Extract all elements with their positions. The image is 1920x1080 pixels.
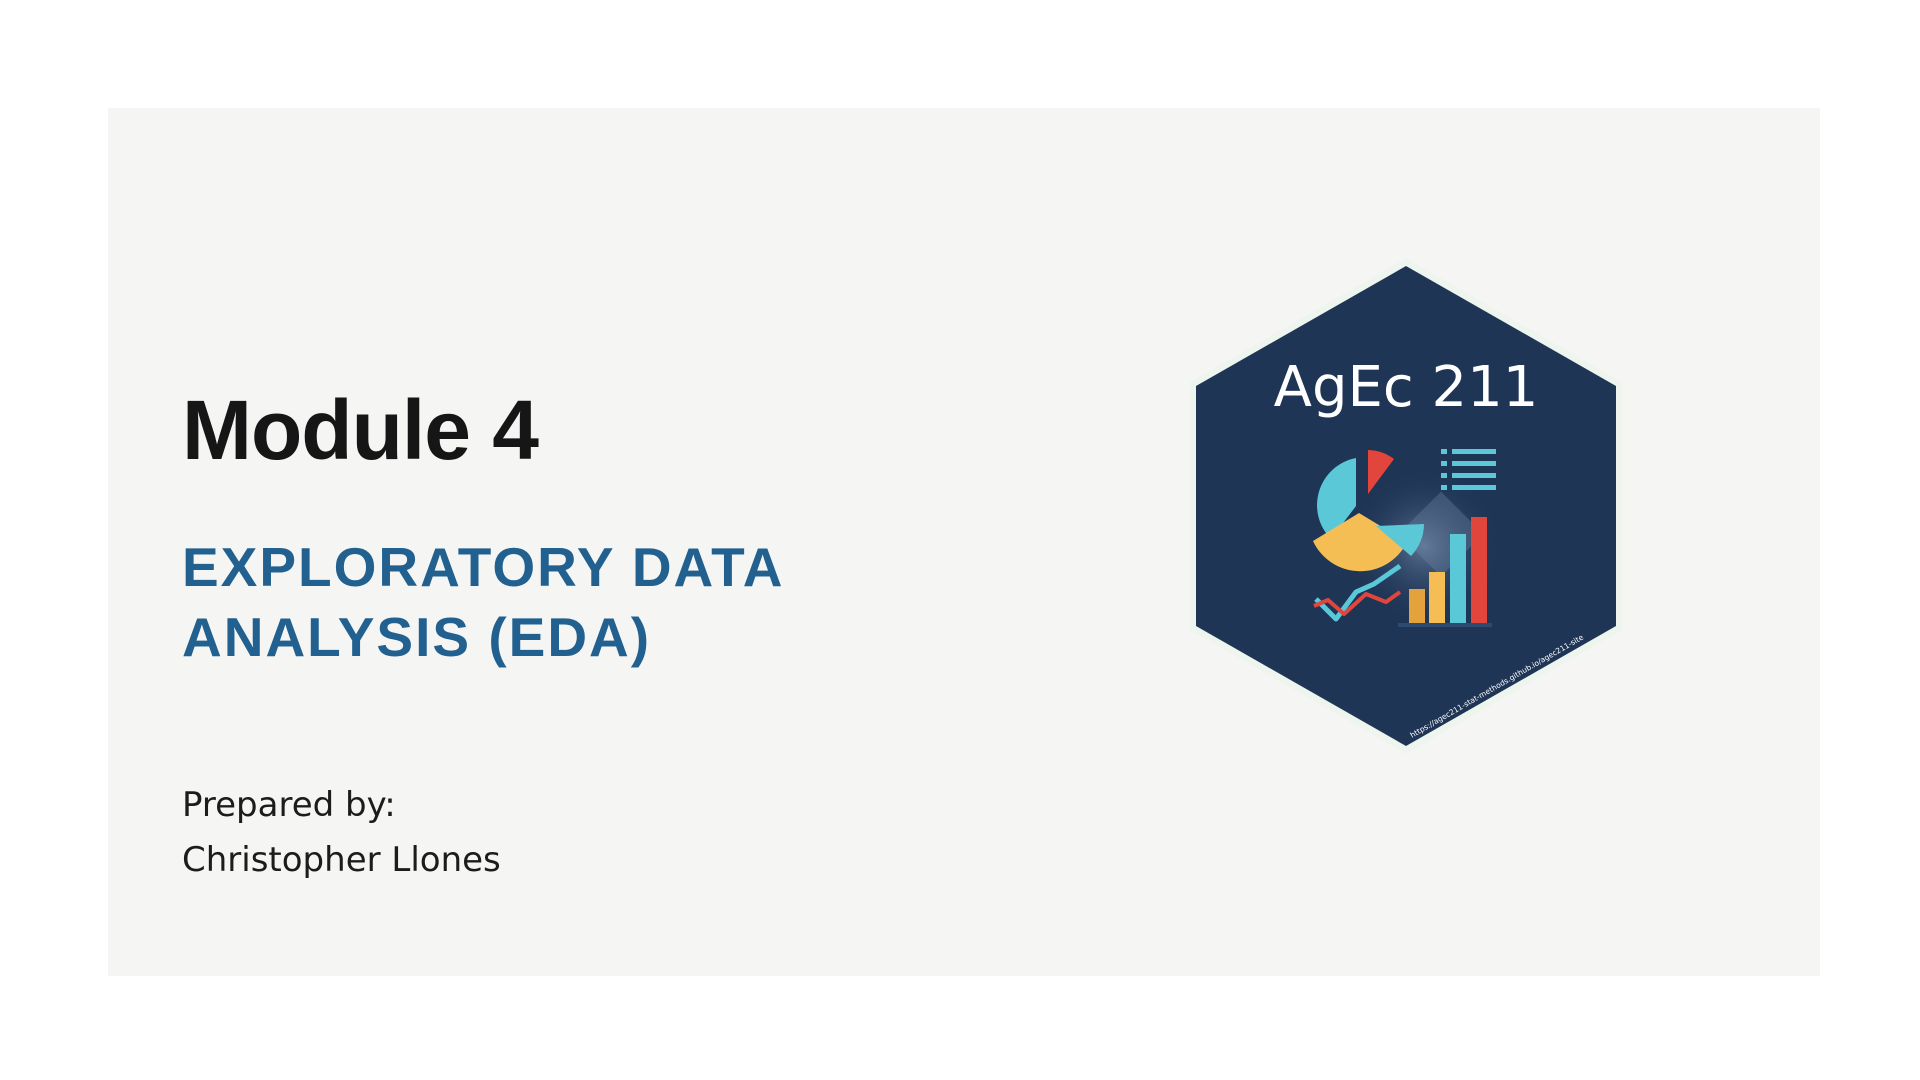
module-title: Module 4 (182, 383, 539, 477)
logo-name: AgEc 211 (1274, 355, 1539, 420)
slide-panel: Module 4 EXPLORATORY DATA ANALYSIS (EDA)… (108, 108, 1820, 976)
agec211-hex-logo: AgEc 211 https://agec211-stat-methods.gi… (1186, 254, 1626, 758)
author-name: Christopher Llones (182, 840, 501, 880)
prepared-by-label: Prepared by: (182, 785, 396, 825)
module-subtitle: EXPLORATORY DATA ANALYSIS (EDA) (182, 536, 783, 668)
